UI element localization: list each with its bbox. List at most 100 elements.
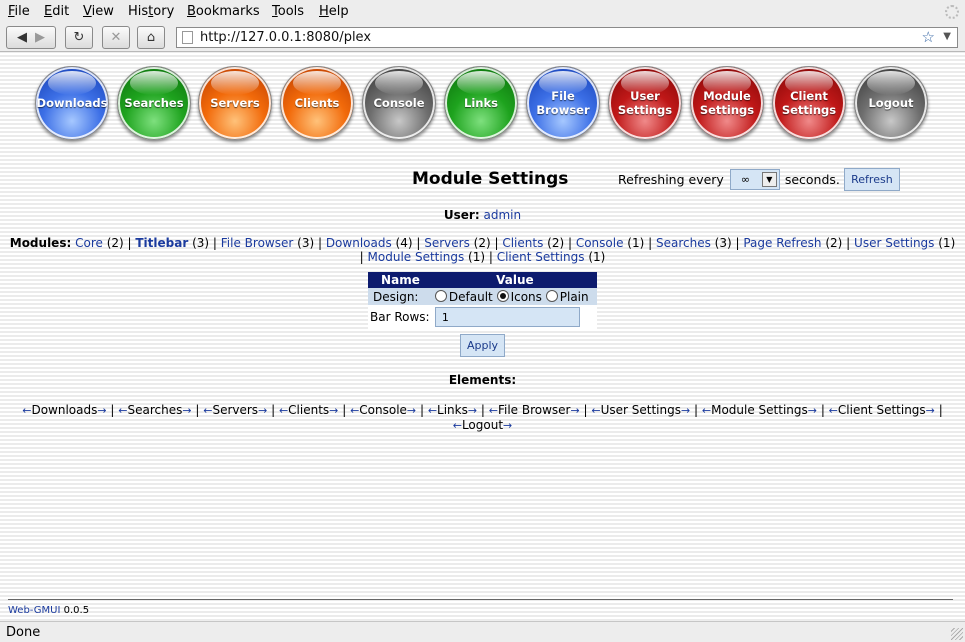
element-item: Links [437,403,468,417]
nav-links-label: Links [464,96,498,110]
footer-divider [8,599,953,600]
address-bar[interactable]: http://127.0.0.1:8080/plex ☆ ▼ [176,27,958,48]
nav-servers-label: Servers [210,96,260,110]
module-count: (2) [106,236,124,250]
design-plain-label[interactable]: Plain [560,290,589,304]
nav-file-browser-button[interactable]: File Browser [526,66,600,140]
module-link-module-settings[interactable]: Module Settings [368,250,465,264]
move-right-icon[interactable]: → [926,404,935,417]
home-icon: ⌂ [146,30,156,45]
design-default-label[interactable]: Default [449,290,493,304]
module-link-user-settings[interactable]: User Settings [854,236,934,250]
refresh-interval-select[interactable]: ∞ ▼ [729,168,780,190]
nav-searches-button[interactable]: Searches [117,66,191,140]
menu-file[interactable]: File [8,4,30,19]
nav-logout-button[interactable]: Logout [854,66,928,140]
menu-help[interactable]: Help [319,4,349,19]
nav-downloads-button[interactable]: Downloads [35,66,109,140]
move-right-icon[interactable]: → [468,404,477,417]
design-plain-radio[interactable] [545,289,558,302]
move-right-icon[interactable]: → [681,404,690,417]
bookmark-star-icon[interactable]: ☆ [922,28,935,46]
module-link-clients[interactable]: Clients [502,236,543,250]
move-right-icon[interactable]: → [329,404,338,417]
move-right-icon[interactable]: → [258,404,267,417]
history-dropdown-icon[interactable]: ▼ [943,31,951,42]
stop-button[interactable]: ✕ [102,26,130,49]
reload-button[interactable]: ↻ [65,26,93,49]
move-left-icon[interactable]: ← [591,404,600,417]
page-title: Module Settings [412,169,569,189]
user-name-link[interactable]: admin [483,208,521,222]
module-count: (1) [627,236,645,250]
back-arrow-icon[interactable]: ◀ [17,30,27,45]
bar-rows-label: Bar Rows: [368,305,433,329]
move-right-icon[interactable]: → [808,404,817,417]
menu-bookmarks[interactable]: Bookmarks [187,4,260,19]
module-link-page-refresh[interactable]: Page Refresh [743,236,821,250]
nav-module-settings-button[interactable]: Module Settings [690,66,764,140]
design-default-radio[interactable] [434,289,447,302]
module-count: (2) [825,236,843,250]
design-icons-label[interactable]: Icons [511,290,542,304]
refresh-button[interactable]: Refresh [843,167,900,191]
nav-console-button[interactable]: Console [362,66,436,140]
module-link-searches[interactable]: Searches [656,236,711,250]
module-count: (1) [588,250,606,264]
module-count: (4) [395,236,413,250]
move-left-icon[interactable]: ← [350,404,359,417]
nav-client-settings-label: Client Settings [781,89,837,117]
page-icon [182,31,193,44]
design-row: Design: Default Icons Plain [368,288,597,305]
design-options: Default Icons Plain [432,288,597,305]
move-left-icon[interactable]: ← [279,404,288,417]
module-link-titlebar[interactable]: Titlebar [135,236,188,250]
bar-rows-input[interactable]: 1 [434,307,580,327]
menu-history[interactable]: History [128,4,174,19]
home-button[interactable]: ⌂ [137,26,165,49]
move-left-icon[interactable]: ← [829,404,838,417]
select-arrow-icon[interactable]: ▼ [761,171,777,187]
footer: Web-GMUI 0.0.5 [8,605,89,616]
move-left-icon[interactable]: ← [453,419,462,432]
move-right-icon[interactable]: → [182,404,191,417]
footer-version: 0.0.5 [63,605,90,616]
move-right-icon[interactable]: → [571,404,580,417]
module-link-console[interactable]: Console [576,236,624,250]
forward-arrow-icon[interactable]: ▶ [35,30,45,45]
element-item: File Browser [497,403,571,417]
move-left-icon[interactable]: ← [702,404,711,417]
stop-icon: ✕ [110,30,122,45]
module-link-client-settings[interactable]: Client Settings [497,250,585,264]
module-count: (1) [468,250,486,264]
move-right-icon[interactable]: → [97,404,106,417]
module-count: (3) [297,236,315,250]
footer-app-link[interactable]: Web-GMUI [8,605,60,616]
module-link-file-browser[interactable]: File Browser [221,236,294,250]
module-link-downloads[interactable]: Downloads [326,236,392,250]
resize-grip-icon[interactable] [951,628,963,640]
back-forward-button[interactable]: ◀ ▶ [6,26,56,49]
move-left-icon[interactable]: ← [428,404,437,417]
status-text: Done [6,625,41,640]
nav-client-settings-button[interactable]: Client Settings [772,66,846,140]
menu-edit[interactable]: Edit [44,4,69,19]
nav-servers-button[interactable]: Servers [198,66,272,140]
apply-button[interactable]: Apply [460,334,505,357]
move-right-icon[interactable]: → [503,419,512,432]
move-left-icon[interactable]: ← [489,404,498,417]
nav-links-button[interactable]: Links [444,66,518,140]
design-icons-radio[interactable] [496,289,509,302]
module-link-servers[interactable]: Servers [424,236,470,250]
element-item: Searches [127,403,183,417]
menu-view[interactable]: View [83,4,114,19]
nav-user-settings-button[interactable]: User Settings [608,66,682,140]
column-header-value: Value [432,272,597,288]
module-count: (1) [938,236,956,250]
move-right-icon[interactable]: → [407,404,416,417]
address-url[interactable]: http://127.0.0.1:8080/plex [200,30,371,45]
module-link-core[interactable]: Core [75,236,103,250]
nav-clients-button[interactable]: Clients [280,66,354,140]
element-item: Client Settings [837,403,926,417]
menu-tools[interactable]: Tools [272,4,304,19]
